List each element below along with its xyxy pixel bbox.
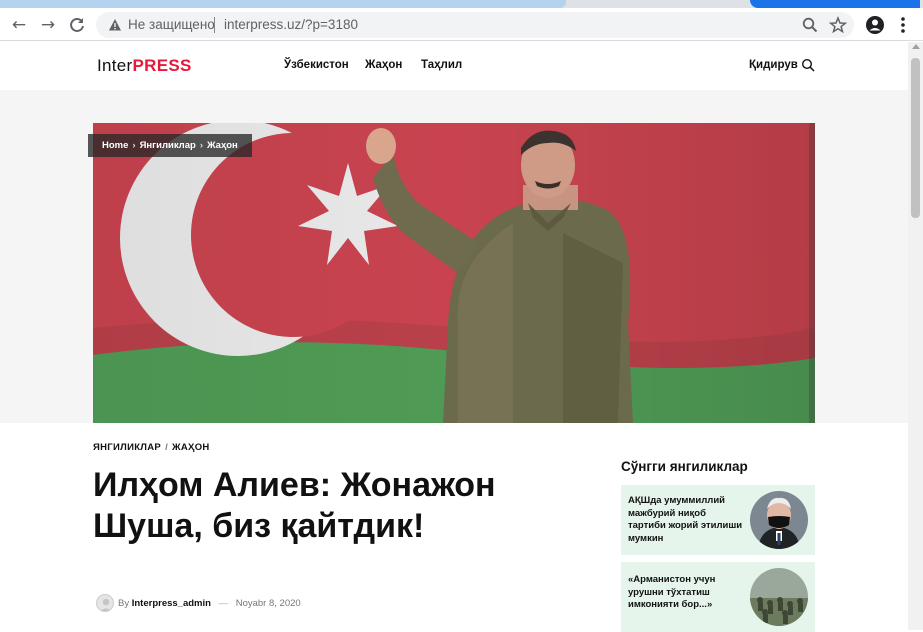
security-label[interactable]: Не защищено [128, 17, 215, 32]
breadcrumb-category[interactable]: Янгиликлар [140, 140, 196, 151]
news-card-title[interactable]: АҚШда умуммиллий мажбурий ниқоб тартиби … [628, 495, 746, 545]
tab-strip [0, 0, 923, 8]
news-card[interactable]: «Арманистон учун урушни тўхтатиш имкония… [621, 562, 815, 632]
category-world-link[interactable]: ЖАҲОН [172, 442, 210, 453]
news-card-thumbnail[interactable] [750, 568, 808, 626]
bookmark-star-icon[interactable] [829, 16, 847, 34]
site-logo[interactable]: InterPRESS [97, 56, 192, 76]
news-card-thumbnail[interactable] [750, 491, 808, 549]
news-card[interactable]: АҚШда умуммиллий мажбурий ниқоб тартиби … [621, 485, 815, 555]
omnibox-separator [214, 17, 215, 33]
article-categories: ЯНГИЛИКЛАР / ЖАҲОН [93, 442, 210, 453]
category-news-link[interactable]: ЯНГИЛИКЛАР [93, 442, 161, 453]
author-link[interactable]: Interpress_admin [132, 598, 211, 609]
search-label[interactable]: Қидирув [749, 59, 798, 71]
nav-uzbekistan[interactable]: Ўзбекистон [284, 59, 349, 71]
sidebar-title: Сўнгги янгиликлар [621, 459, 748, 474]
search-icon[interactable] [801, 58, 815, 72]
breadcrumb-arrow-icon: › [199, 140, 203, 151]
byline-dash: — [218, 598, 229, 609]
url-text[interactable]: interpress.uz/?p=3180 [224, 17, 358, 32]
site-header: InterPRESS Ўзбекистон Жаҳон Таҳлил Қидир… [0, 42, 908, 90]
active-tab[interactable] [0, 0, 566, 8]
article-title: Илҳом Алиев: Жонажон Шуша, биз қайтдик! [93, 466, 496, 545]
news-card-title[interactable]: «Арманистон учун урушни тўхтатиш имкония… [628, 574, 746, 612]
page-scrollbar[interactable] [908, 42, 923, 630]
breadcrumb-home[interactable]: Home [102, 140, 128, 151]
profile-icon[interactable] [865, 15, 885, 35]
forward-arrow-icon[interactable]: → [38, 15, 58, 35]
author-avatar[interactable] [96, 594, 114, 612]
reload-icon[interactable] [67, 15, 87, 35]
article-date: Noyabr 8, 2020 [235, 598, 301, 609]
category-separator: / [165, 442, 169, 453]
byline-prefix: By [118, 598, 130, 609]
warning-icon [109, 19, 121, 31]
breadcrumb: Home › Янгиликлар › Жаҳон [88, 134, 252, 157]
nav-world[interactable]: Жаҳон [365, 59, 402, 71]
scroll-up-arrow-icon[interactable] [912, 44, 920, 49]
breadcrumb-subcategory[interactable]: Жаҳон [207, 140, 238, 151]
zoom-icon[interactable] [801, 16, 819, 34]
more-menu-icon[interactable] [893, 15, 913, 35]
back-arrow-icon[interactable]: ← [9, 15, 29, 35]
breadcrumb-arrow-icon: › [132, 140, 136, 151]
scroll-thumb[interactable] [911, 58, 920, 218]
article-byline: By Interpress_admin — Noyabr 8, 2020 [118, 598, 301, 609]
profile-tab-area[interactable] [750, 0, 920, 8]
browser-toolbar: ← → Не защищено interpress.uz/?p=3180 [0, 8, 923, 41]
hero-image[interactable] [93, 123, 815, 423]
nav-analysis[interactable]: Таҳлил [421, 59, 462, 71]
address-bar[interactable]: Не защищено interpress.uz/?p=3180 [96, 12, 854, 38]
